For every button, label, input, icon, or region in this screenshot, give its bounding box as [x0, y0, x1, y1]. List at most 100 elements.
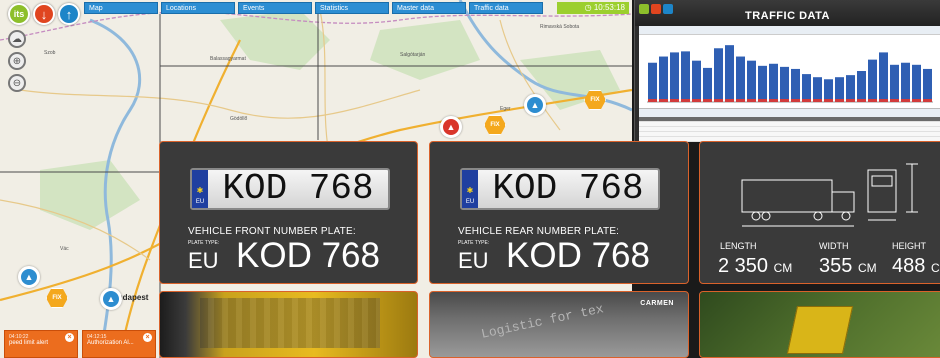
car-marker-icon[interactable]: ▲: [100, 288, 122, 310]
traffic-bar[interactable]: [890, 64, 899, 102]
tab-events[interactable]: Events: [238, 2, 312, 14]
traffic-bar[interactable]: [879, 52, 888, 102]
town-label: Szob: [44, 50, 56, 56]
traffic-bar-segment: [791, 99, 800, 102]
traffic-bar[interactable]: [714, 48, 723, 102]
arrow-up-icon[interactable]: [663, 4, 673, 14]
traffic-bar[interactable]: [670, 52, 679, 102]
layers-icon[interactable]: ☁: [8, 30, 26, 48]
application-screen: Szob Balassagyarmat Salgótarján Rimavská…: [0, 0, 940, 358]
traffic-bar-segment: [923, 99, 932, 102]
traffic-bar[interactable]: [703, 67, 712, 102]
arrow-down-icon[interactable]: ↓: [33, 3, 55, 25]
traffic-bar[interactable]: [901, 62, 910, 102]
plate-type-label: PLATE TYPE:: [188, 240, 220, 246]
width-label: WIDTH: [819, 241, 849, 251]
traffic-bar-segment: [912, 99, 921, 102]
traffic-bar[interactable]: [648, 62, 657, 102]
length-value: 2 350 CM: [718, 255, 793, 277]
truck-trailer-side: [741, 179, 833, 213]
arrow-down-icon[interactable]: [651, 4, 661, 14]
rear-camera-photo[interactable]: CARMEN Logistic for tex: [429, 291, 689, 358]
traffic-bar[interactable]: [857, 71, 866, 102]
truck-windshield: [871, 175, 893, 187]
traffic-bar-segment: [857, 99, 866, 102]
clock-icon: ◷: [584, 3, 594, 12]
alert-card[interactable]: 04:12:15 Authorization Al... ×: [82, 330, 156, 358]
clock: ◷ 10:53:18: [557, 2, 629, 14]
traffic-bar[interactable]: [659, 56, 668, 102]
traffic-bar[interactable]: [725, 45, 734, 102]
traffic-bar-segment: [747, 99, 756, 102]
traffic-bar-segment: [868, 99, 877, 102]
overview-camera-photo[interactable]: [699, 291, 940, 358]
truck-photo-shape: [786, 306, 854, 354]
arrow-up-icon[interactable]: ↑: [58, 3, 80, 25]
forest-area: [370, 20, 480, 80]
rear-plate-value: KOD 768: [506, 236, 650, 275]
traffic-bar[interactable]: [780, 66, 789, 102]
car-marker-icon[interactable]: ▲: [18, 266, 40, 288]
traffic-toolbar[interactable]: [639, 26, 940, 35]
traffic-bar-segment: [780, 99, 789, 102]
traffic-bar[interactable]: [813, 77, 822, 102]
eu-flag-icon: ✱ EU: [462, 170, 478, 208]
zoom-in-icon[interactable]: ⊕: [8, 52, 26, 70]
traffic-bar-segment: [681, 99, 690, 102]
eu-flag-icon: ✱ EU: [192, 170, 208, 208]
traffic-bar[interactable]: [758, 65, 767, 102]
traffic-bar-segment: [758, 99, 767, 102]
traffic-bar[interactable]: [912, 64, 921, 102]
traffic-table: [639, 117, 940, 142]
traffic-bar-segment: [813, 99, 822, 102]
traffic-bar[interactable]: [791, 68, 800, 102]
tab-locations[interactable]: Locations: [161, 2, 235, 14]
tab-master-data[interactable]: Master data: [392, 2, 466, 14]
traffic-bar-segment: [879, 99, 888, 102]
pager-bar[interactable]: [639, 108, 940, 117]
traffic-bar-segment: [835, 99, 844, 102]
height-label: HEIGHT: [892, 241, 927, 251]
plate-type-label: PLATE TYPE:: [458, 240, 490, 246]
zoom-out-icon[interactable]: ⊖: [8, 74, 26, 92]
traffic-bar-segment: [714, 99, 723, 102]
its-icon[interactable]: [639, 4, 649, 14]
traffic-bar[interactable]: [835, 77, 844, 102]
traffic-bar-segment: [703, 99, 712, 102]
car-marker-icon[interactable]: ▲: [524, 94, 546, 116]
wheel: [751, 211, 761, 221]
traffic-bar[interactable]: [923, 68, 932, 102]
traffic-bar[interactable]: [736, 56, 745, 102]
traffic-bar-segment: [725, 99, 734, 102]
front-plate-card: ✱ EU KOD 768 VEHICLE FRONT NUMBER PLATE: …: [159, 141, 418, 284]
tab-statistics[interactable]: Statistics: [315, 2, 389, 14]
traffic-bar-segment: [769, 99, 778, 102]
close-icon[interactable]: ×: [65, 333, 74, 342]
tab-map[interactable]: Map: [84, 2, 158, 14]
traffic-bar[interactable]: [802, 74, 811, 102]
traffic-bar[interactable]: [692, 60, 701, 102]
traffic-bar-segment: [648, 99, 657, 102]
rear-plate-image: ✱ EU KOD 768: [460, 168, 660, 210]
traffic-bar-segment: [901, 99, 910, 102]
traffic-bar-segment: [736, 99, 745, 102]
traffic-panel: [639, 26, 940, 142]
tab-traffic-data[interactable]: Traffic data: [469, 2, 543, 14]
alert-card[interactable]: 04:10:22 peed limit alert ×: [4, 330, 78, 358]
traffic-bar[interactable]: [868, 59, 877, 102]
traffic-bar[interactable]: [681, 51, 690, 102]
town-label: Gödöllő: [230, 116, 247, 122]
rear-plate-card: ✱ EU KOD 768 VEHICLE REAR NUMBER PLATE: P…: [429, 141, 689, 284]
truck-grille: [200, 298, 380, 348]
traffic-bar[interactable]: [846, 75, 855, 102]
forest-area: [40, 160, 140, 230]
car-alert-marker-icon[interactable]: ▲: [440, 116, 462, 138]
traffic-bar[interactable]: [824, 79, 833, 102]
its-home-button[interactable]: its: [8, 3, 30, 25]
close-icon[interactable]: ×: [143, 333, 152, 342]
traffic-bar[interactable]: [747, 60, 756, 102]
traffic-bar[interactable]: [769, 63, 778, 102]
traffic-bar-segment: [802, 99, 811, 102]
front-camera-photo[interactable]: [159, 291, 418, 358]
wheel: [813, 211, 823, 221]
